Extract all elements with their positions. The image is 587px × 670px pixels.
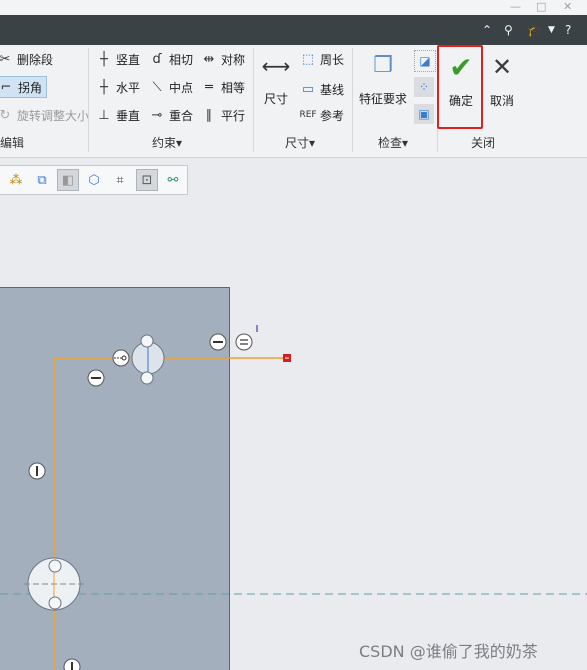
lower-circle-top-point: [48, 559, 62, 573]
upper-circle-bottom-point: [140, 371, 154, 385]
equal-constraint-symbol: [235, 333, 253, 351]
watermark: CSDN @谁偷了我的奶茶: [359, 642, 538, 661]
upper-circle-top-point: [140, 334, 154, 348]
sketch-canvas[interactable]: [0, 0, 587, 670]
lower-circle-bottom-point: [48, 596, 62, 610]
